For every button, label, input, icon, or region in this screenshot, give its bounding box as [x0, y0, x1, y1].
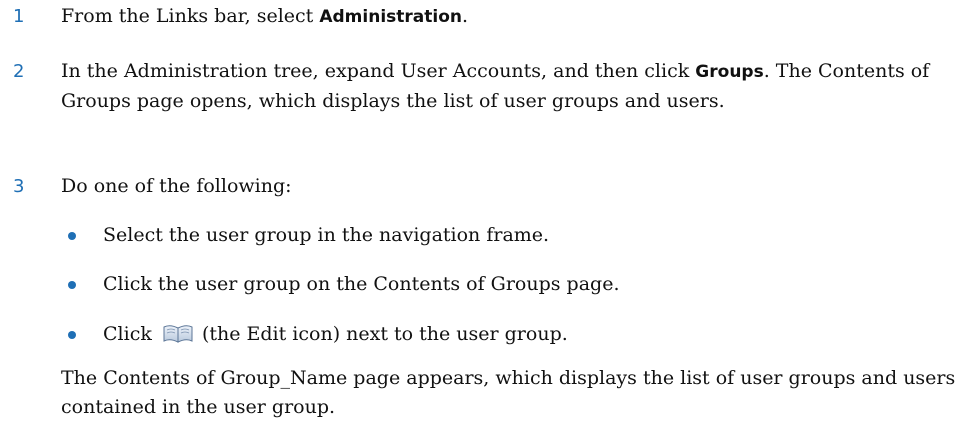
step-number: 3	[13, 176, 25, 197]
step-text-before: In the Administration tree, expand User …	[61, 60, 696, 82]
bullet-item: Select the user group in the navigation …	[0, 221, 973, 250]
bullet-text: Click (the Edit icon) next to the user g…	[103, 320, 568, 349]
edit-icon	[162, 322, 194, 344]
ui-term-groups: Groups	[695, 62, 764, 82]
bullet-item: Click the user group on the Contents of …	[0, 270, 973, 299]
document-page: 1 From the Links bar, select Administrat…	[0, 0, 973, 426]
step-number: 1	[13, 6, 25, 27]
step-text-before: From the Links bar, select	[61, 5, 320, 27]
step-text-after: .	[462, 5, 469, 27]
bullet-text-before: Click	[103, 323, 152, 345]
ui-term-administration: Administration	[319, 7, 462, 27]
bullet-icon	[68, 281, 76, 289]
bullet-icon	[68, 232, 76, 240]
step-text: From the Links bar, select Administratio…	[61, 2, 961, 32]
step-text: Do one of the following:	[61, 175, 292, 197]
step-text: In the Administration tree, expand User …	[61, 57, 961, 116]
step-number: 2	[13, 61, 25, 82]
bullet-item: Click (the Edit icon) next to the user g…	[0, 320, 973, 349]
bullet-icon	[68, 331, 76, 339]
bullet-text: Click the user group on the Contents of …	[103, 273, 620, 295]
bullet-text-after: (the Edit icon) next to the user group.	[201, 323, 568, 345]
bullet-text: Select the user group in the navigation …	[103, 224, 550, 246]
result-paragraph: The Contents of Group_Name page appears,…	[61, 367, 956, 418]
